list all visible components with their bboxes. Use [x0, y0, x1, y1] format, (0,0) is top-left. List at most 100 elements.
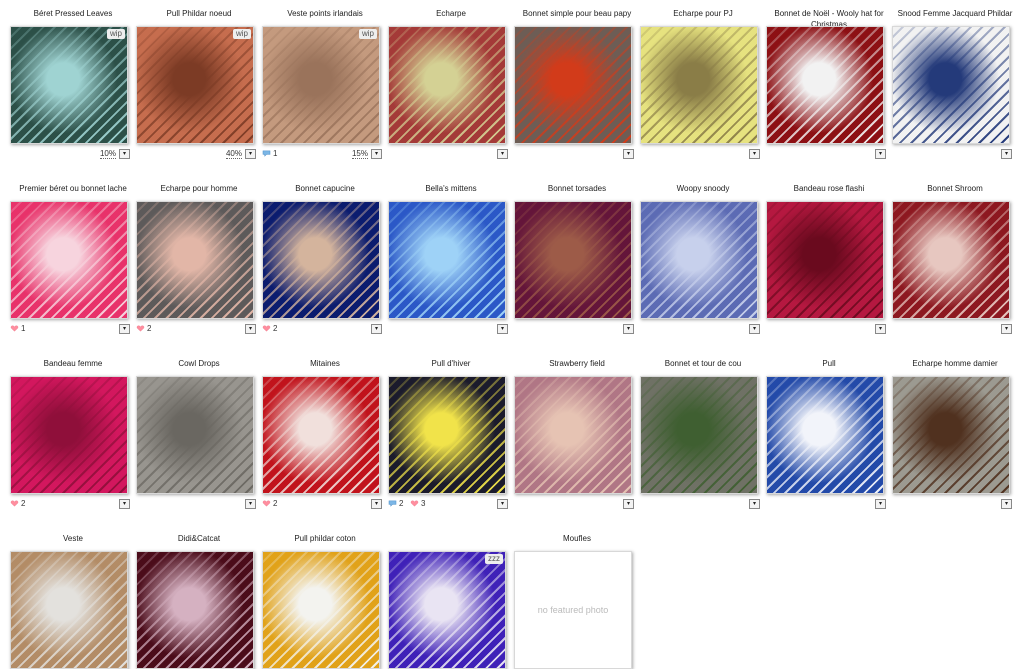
project-title[interactable]: Mitaines — [262, 358, 388, 369]
project-title[interactable]: Echarpe — [388, 8, 514, 19]
project-title[interactable]: Bonnet torsades — [514, 183, 640, 194]
chevron-down-icon[interactable]: ▾ — [497, 149, 508, 159]
favorite-count[interactable]: 2 — [136, 324, 151, 333]
favorite-count[interactable]: 2 — [262, 324, 277, 333]
project-photo[interactable] — [262, 201, 380, 319]
chevron-down-icon[interactable]: ▾ — [875, 499, 886, 509]
chevron-down-icon[interactable]: ▾ — [1001, 324, 1012, 334]
project-title[interactable]: Strawberry field — [514, 358, 640, 369]
project-photo[interactable] — [640, 201, 758, 319]
favorite-count[interactable]: 2 — [262, 499, 277, 508]
favorite-count[interactable]: 3 — [410, 499, 425, 508]
project-photo-image — [263, 552, 379, 668]
project-meta: 2 ▾ — [10, 498, 130, 510]
project-title[interactable]: Echarpe homme damier — [892, 358, 1018, 369]
project-photo[interactable] — [514, 376, 632, 494]
chevron-down-icon[interactable]: ▾ — [119, 324, 130, 334]
project-title[interactable]: Bonnet et tour de cou — [640, 358, 766, 369]
chevron-down-icon[interactable]: ▾ — [371, 149, 382, 159]
project-title[interactable]: Woopy snoody — [640, 183, 766, 194]
project-photo[interactable] — [766, 376, 884, 494]
project-title[interactable]: Moufles — [514, 533, 640, 544]
chevron-down-icon[interactable]: ▾ — [1001, 499, 1012, 509]
project-title[interactable]: Premier béret ou bonnet lache — [10, 183, 136, 194]
favorite-count[interactable]: 1 — [10, 324, 25, 333]
project-photo[interactable] — [136, 201, 254, 319]
project-title[interactable]: Bonnet capucine — [262, 183, 388, 194]
project-title[interactable]: Cowl Drops — [136, 358, 262, 369]
chevron-down-icon[interactable]: ▾ — [245, 324, 256, 334]
project-meta: 2 ▾ — [262, 323, 382, 335]
project-meta: ▾ — [892, 323, 1012, 335]
project-title[interactable]: Snood Femme Jacquard Phildar — [892, 8, 1018, 19]
project-photo[interactable] — [10, 551, 128, 669]
project-title[interactable]: Bandeau femme — [10, 358, 136, 369]
project-photo[interactable] — [514, 201, 632, 319]
project-photo[interactable]: wip — [136, 26, 254, 144]
chevron-down-icon[interactable]: ▾ — [623, 499, 634, 509]
project-photo[interactable] — [388, 201, 506, 319]
favorite-count[interactable]: 2 — [10, 499, 25, 508]
project-title[interactable]: Bandeau rose flashi — [766, 183, 892, 194]
project-photo[interactable] — [766, 26, 884, 144]
chevron-down-icon[interactable]: ▾ — [1001, 149, 1012, 159]
comment-count[interactable]: 2 — [388, 499, 403, 508]
project-photo[interactable] — [388, 376, 506, 494]
chevron-down-icon[interactable]: ▾ — [623, 324, 634, 334]
project-photo[interactable]: wip — [262, 26, 380, 144]
progress-select[interactable]: 10% — [99, 149, 116, 159]
chevron-down-icon[interactable]: ▾ — [875, 149, 886, 159]
project-title[interactable]: Echarpe pour homme — [136, 183, 262, 194]
project-meta: ▾ — [766, 323, 886, 335]
project-photo[interactable] — [262, 551, 380, 669]
project-title[interactable]: Echarpe pour PJ — [640, 8, 766, 19]
project-meta: ▾ — [514, 148, 634, 160]
project-photo[interactable] — [892, 201, 1010, 319]
project-title[interactable]: Pull Phildar noeud — [136, 8, 262, 19]
project-title[interactable]: Didi&Catcat — [136, 533, 262, 544]
project-title[interactable]: Pull phildar coton — [262, 533, 388, 544]
chevron-down-icon[interactable]: ▾ — [119, 499, 130, 509]
project-photo[interactable]: no featured photo — [514, 551, 632, 669]
chevron-down-icon[interactable]: ▾ — [749, 324, 760, 334]
project-photo[interactable] — [640, 376, 758, 494]
chevron-down-icon[interactable]: ▾ — [245, 149, 256, 159]
progress-select[interactable]: 40% — [225, 149, 242, 159]
project-title[interactable]: Pull d'hiver — [388, 358, 514, 369]
project-title[interactable]: Bonnet simple pour beau papy — [514, 8, 640, 19]
chevron-down-icon[interactable]: ▾ — [623, 149, 634, 159]
project-title[interactable]: Veste points irlandais — [262, 8, 388, 19]
project-photo[interactable] — [766, 201, 884, 319]
project-photo[interactable] — [640, 26, 758, 144]
project-photo[interactable] — [136, 376, 254, 494]
chevron-down-icon[interactable]: ▾ — [119, 149, 130, 159]
project-photo[interactable] — [892, 376, 1010, 494]
chevron-down-icon[interactable]: ▾ — [371, 499, 382, 509]
project-photo[interactable] — [136, 551, 254, 669]
project-title[interactable]: Béret Pressed Leaves — [10, 8, 136, 19]
project-photo[interactable] — [10, 376, 128, 494]
chevron-down-icon[interactable]: ▾ — [875, 324, 886, 334]
chevron-down-icon[interactable]: ▾ — [749, 149, 760, 159]
project-photo[interactable]: wip — [10, 26, 128, 144]
project-photo[interactable] — [892, 26, 1010, 144]
chevron-down-icon[interactable]: ▾ — [497, 324, 508, 334]
comment-count[interactable]: 1 — [262, 149, 277, 158]
project-title[interactable]: Bonnet Shroom — [892, 183, 1018, 194]
project-photo[interactable] — [514, 26, 632, 144]
chevron-down-icon[interactable]: ▾ — [245, 499, 256, 509]
chevron-down-icon[interactable]: ▾ — [749, 499, 760, 509]
progress-select[interactable]: 15% — [351, 149, 368, 159]
project-meta: 2 ▾ — [136, 323, 256, 335]
project-photo[interactable] — [388, 26, 506, 144]
chevron-down-icon[interactable]: ▾ — [497, 499, 508, 509]
project-photo[interactable]: zzz — [388, 551, 506, 669]
project-photo[interactable] — [10, 201, 128, 319]
project-title[interactable]: Pull — [766, 358, 892, 369]
project-meta: ▾ — [766, 498, 886, 510]
chevron-down-icon[interactable]: ▾ — [371, 324, 382, 334]
project-photo[interactable] — [262, 376, 380, 494]
project-photo-image — [389, 202, 505, 318]
project-title[interactable]: Bella's mittens — [388, 183, 514, 194]
project-title[interactable]: Veste — [10, 533, 136, 544]
